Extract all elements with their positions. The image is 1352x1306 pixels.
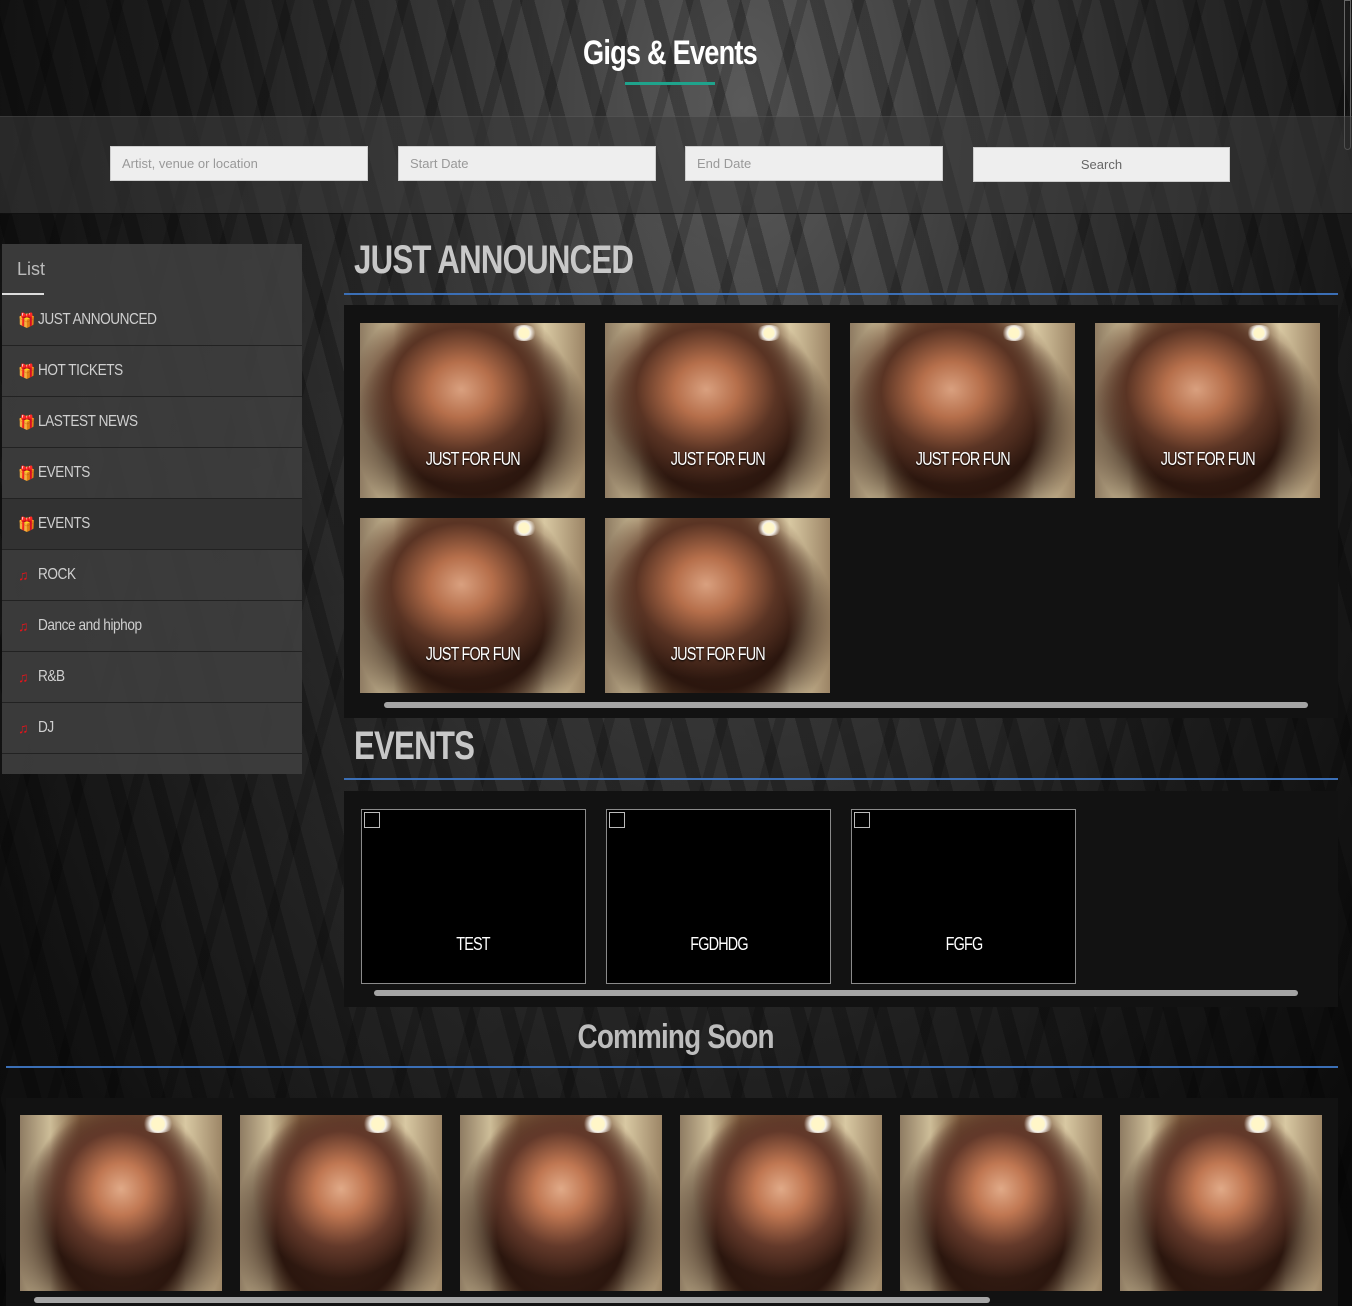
music-note-icon: ♫ [18,669,29,685]
gift-icon: 🎁 [18,515,35,532]
sidebar-item-events-2[interactable]: 🎁 EVENTS [2,499,302,550]
event-card[interactable]: JUST FOR FUN [360,518,585,693]
coming-soon-card[interactable] [1120,1115,1322,1291]
sidebar-item-just-announced[interactable]: 🎁 JUST ANNOUNCED [2,295,302,346]
music-note-icon: ♫ [18,618,29,634]
gift-icon: 🎁 [18,362,35,379]
events-title: EVENTS [354,724,475,768]
sidebar-item-rnb[interactable]: ♫ R&B [2,652,302,703]
coming-soon-title: Comming Soon [577,1018,775,1056]
page-title: Gigs & Events [582,34,758,72]
events-divider [344,778,1338,780]
title-underline [625,82,715,85]
coming-soon-card[interactable] [20,1115,222,1291]
event-image [1000,325,1028,341]
events-scrollbar[interactable] [374,990,1298,996]
coming-soon-divider [6,1066,1338,1068]
event-card[interactable]: JUST FOR FUN [360,323,585,498]
event-image [1245,325,1273,341]
just-announced-title: JUST ANNOUNCED [354,238,634,282]
event-card[interactable]: JUST FOR FUN [605,518,830,693]
event-card[interactable]: JUST FOR FUN [1095,323,1320,498]
sidebar-item-dance-hiphop[interactable]: ♫ Dance and hiphop [2,601,302,652]
sidebar-item-hot-tickets[interactable]: 🎁 HOT TICKETS [2,346,302,397]
end-date-input[interactable] [685,146,943,181]
category-sidebar: List 🎁 JUST ANNOUNCED 🎁 HOT TICKETS 🎁 LASTE… [2,244,302,774]
coming-soon-card[interactable] [680,1115,882,1291]
event-image [755,325,783,341]
broken-image-icon [609,812,625,828]
event-image [1240,1115,1276,1133]
event-image [800,1115,836,1133]
coming-soon-card[interactable] [900,1115,1102,1291]
event-image [755,520,783,536]
event-image [580,1115,616,1133]
card-caption: JUST FOR FUN [425,449,520,469]
event-tile[interactable]: TEST [361,809,586,984]
sidebar-heading: List [17,259,46,279]
just-announced-divider [344,293,1338,295]
event-tile-caption: TEST [456,934,491,954]
music-note-icon: ♫ [18,720,29,736]
sidebar-item-latest-news[interactable]: 🎁 LASTEST NEWS [2,397,302,448]
event-image [510,520,538,536]
event-tile-caption: FGDHDG [689,934,748,954]
coming-soon-card[interactable] [240,1115,442,1291]
just-announced-scrollbar[interactable] [384,702,1308,708]
gift-icon: 🎁 [18,413,35,430]
event-image [510,325,538,341]
event-image [1020,1115,1056,1133]
event-tile[interactable]: FGFG [851,809,1076,984]
coming-soon-scrollbar[interactable] [34,1297,990,1303]
sidebar-item-dj[interactable]: ♫ DJ [2,703,302,754]
card-caption: JUST FOR FUN [425,644,520,664]
card-caption: JUST FOR FUN [915,449,1010,469]
gift-icon: 🎁 [18,311,35,328]
event-image [140,1115,176,1133]
event-image [360,1115,396,1133]
card-caption: JUST FOR FUN [670,449,765,469]
sidebar-heading-underline [2,293,44,295]
music-note-icon: ♫ [18,567,29,583]
card-caption: JUST FOR FUN [670,644,765,664]
event-card[interactable]: JUST FOR FUN [605,323,830,498]
event-card[interactable]: JUST FOR FUN [850,323,1075,498]
start-date-input[interactable] [398,146,656,181]
event-tile-caption: FGFG [945,934,983,954]
coming-soon-card[interactable] [460,1115,662,1291]
broken-image-icon [854,812,870,828]
broken-image-icon [364,812,380,828]
sidebar-item-rock[interactable]: ♫ ROCK [2,550,302,601]
sidebar-item-events[interactable]: 🎁 EVENTS [2,448,302,499]
event-tile[interactable]: FGDHDG [606,809,831,984]
search-button[interactable]: Search [973,147,1230,182]
artist-search-input[interactable] [110,146,368,181]
card-caption: JUST FOR FUN [1160,449,1255,469]
gift-icon: 🎁 [18,464,35,481]
